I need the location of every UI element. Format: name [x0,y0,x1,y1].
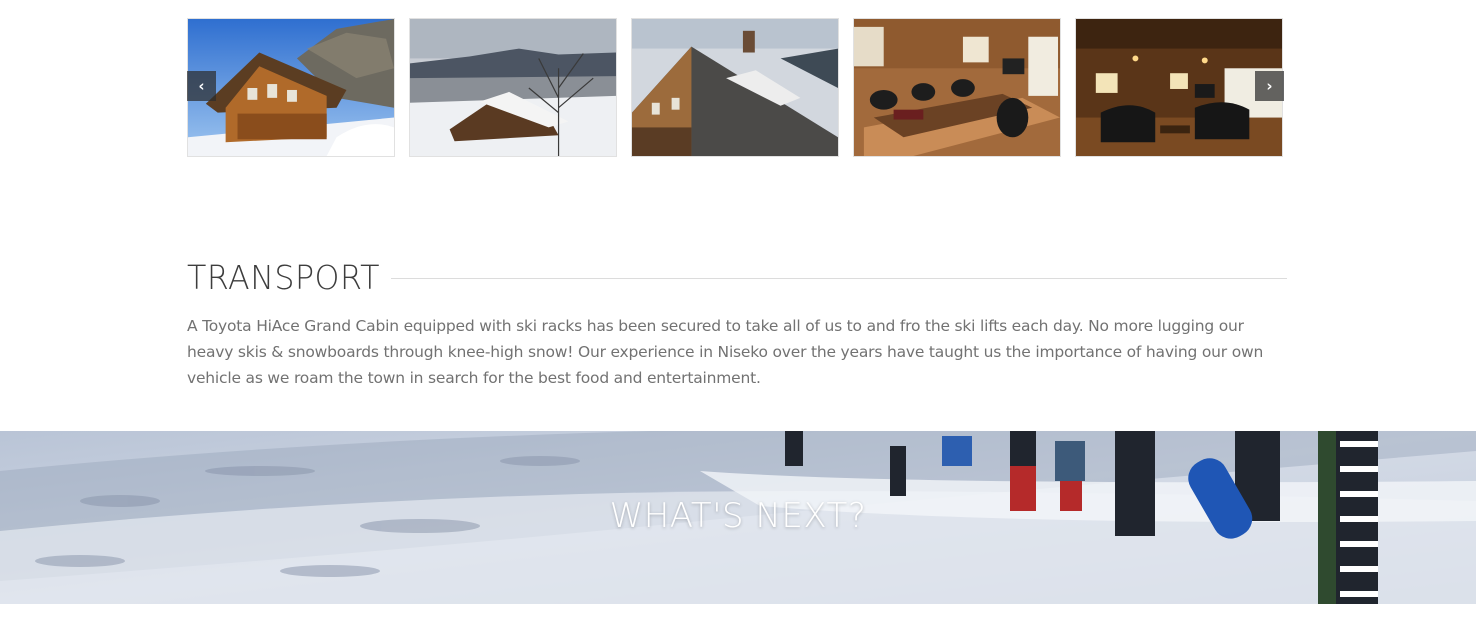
gallery-thumb-cabin-landscape[interactable] [409,18,617,157]
section-title-transport: TRANSPORT [187,258,380,297]
gallery-thumb-cabin-exterior[interactable] [187,18,395,157]
carousel-next-button[interactable]: › [1255,71,1284,101]
gallery-thumb-dining-room[interactable] [853,18,1061,157]
gallery-thumb-living-room[interactable] [1075,18,1283,157]
chevron-left-icon: ‹ [198,77,205,95]
gallery-thumb-cabin-roof[interactable] [631,18,839,157]
section-title-whats-next: WHAT'S NEXT? [609,496,867,536]
title-divider [391,278,1287,279]
carousel-prev-button[interactable]: ‹ [187,71,216,101]
photo-carousel: ‹ › [187,18,1284,158]
transport-description: A Toyota HiAce Grand Cabin equipped with… [187,317,1264,387]
chevron-right-icon: › [1266,77,1273,95]
